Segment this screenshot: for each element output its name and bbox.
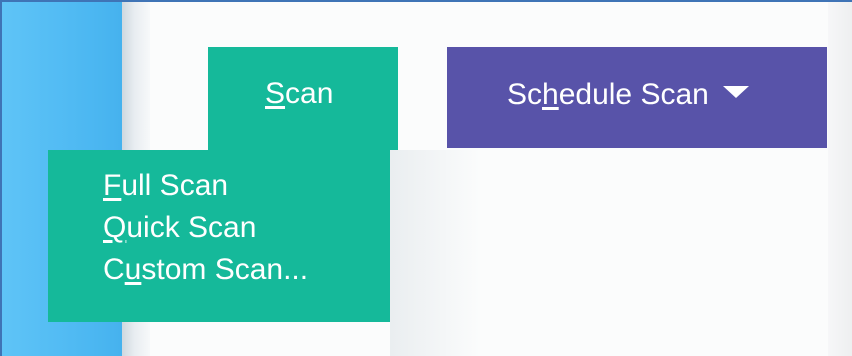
menu-item-label-rest: stom Scan... [141, 253, 309, 286]
scan-button-label-rest: can [285, 77, 334, 110]
schedule-scan-button[interactable]: Schedule Scan [447, 47, 827, 148]
scan-button-mnemonic: S [265, 77, 286, 110]
caret-down-icon [722, 86, 749, 98]
menu-item-label-pre: C [103, 253, 125, 286]
right-edge-shade [828, 2, 852, 356]
schedule-scan-mnemonic: h [542, 78, 559, 111]
scan-dropdown-menu: Full Scan Quick Scan Custom Scan... [48, 150, 390, 322]
schedule-scan-label-pre: Sc [507, 78, 543, 111]
menu-item-full-scan[interactable]: Full Scan [103, 168, 390, 210]
menu-item-mnemonic: F [103, 169, 122, 202]
menu-item-mnemonic: u [124, 253, 142, 286]
menu-shadow [390, 150, 480, 356]
menu-item-label-rest: uick Scan [126, 211, 257, 244]
menu-item-label-rest: ull Scan [121, 169, 229, 202]
scan-button[interactable]: Scan [208, 47, 398, 150]
schedule-scan-label-rest: edule Scan [558, 78, 709, 111]
menu-item-custom-scan[interactable]: Custom Scan... [103, 252, 390, 294]
app-window: Scan Schedule Scan Full Scan Quick Scan … [0, 0, 852, 356]
menu-item-quick-scan[interactable]: Quick Scan [103, 210, 390, 252]
menu-item-mnemonic: Q [103, 211, 127, 244]
